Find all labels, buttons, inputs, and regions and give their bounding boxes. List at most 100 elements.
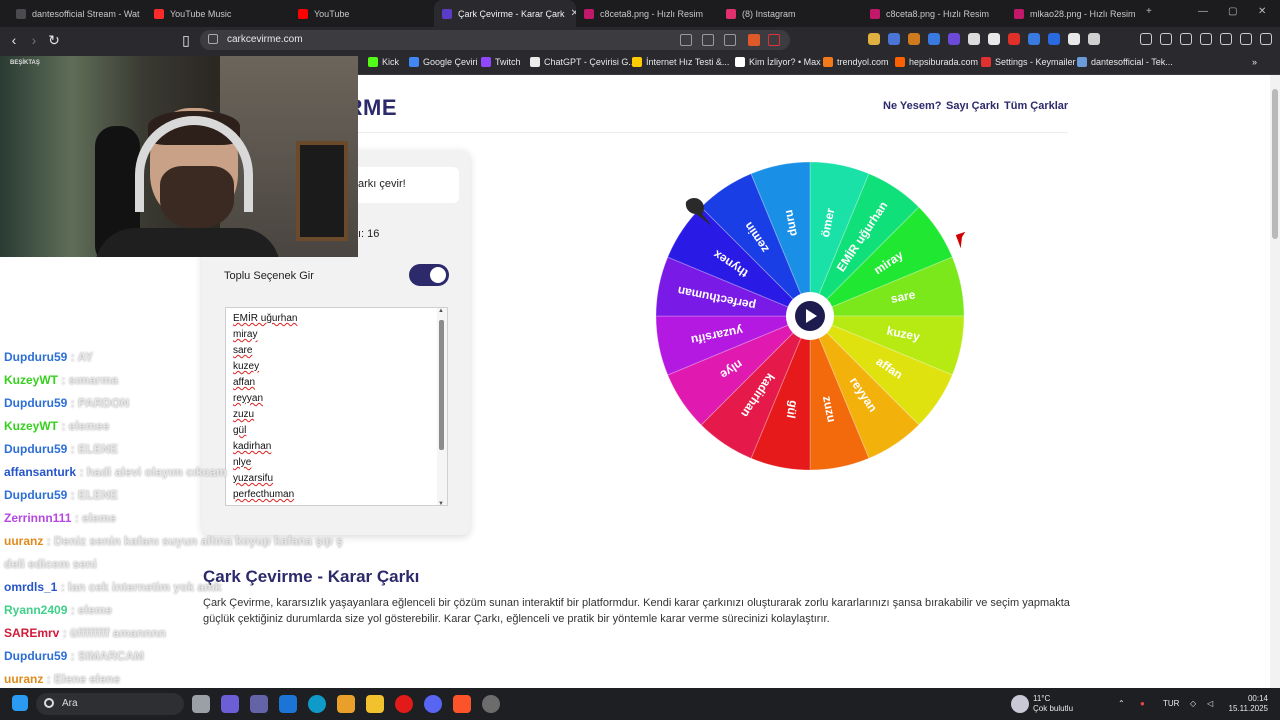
page-scroll-thumb[interactable]	[1272, 89, 1278, 239]
vpn-icon[interactable]	[1240, 33, 1252, 45]
taskbar-search[interactable]: Ara	[36, 693, 184, 715]
new-tab-icon[interactable]: +	[1146, 6, 1152, 17]
forward-icon[interactable]: ›	[26, 32, 42, 48]
tab-title: mlkao28.png - Hızlı Resim	[1030, 8, 1136, 19]
media-icon[interactable]	[1160, 33, 1172, 45]
more-bookmarks-icon[interactable]: »	[1252, 57, 1257, 67]
weather-widget[interactable]: 11°C Çok bulutlu	[1033, 694, 1073, 714]
url-bar[interactable]: carkcevirme.com	[200, 30, 790, 50]
bookmark-favicon-icon	[481, 57, 491, 67]
bookmark-1[interactable]: Kick	[368, 57, 399, 67]
page-scrollbar[interactable]	[1270, 75, 1280, 688]
chat-text: elemee	[68, 419, 110, 433]
extension-icon-7[interactable]	[988, 33, 1000, 45]
tab-title: Çark Çevirme - Karar Çark	[458, 8, 565, 19]
weather-icon[interactable]	[1011, 695, 1029, 713]
file-explorer-icon[interactable]	[366, 695, 384, 713]
option-line: zuzu	[226, 407, 447, 423]
wallet-icon[interactable]	[1200, 33, 1212, 45]
share-icon[interactable]	[724, 34, 736, 46]
extension-icon-8[interactable]	[1008, 33, 1020, 45]
download-icon[interactable]	[1140, 33, 1152, 45]
maximize-icon[interactable]: ▢	[1228, 6, 1237, 17]
textarea-scroll-thumb[interactable]	[439, 320, 444, 450]
extension-icon-6[interactable]	[968, 33, 980, 45]
menu-icon[interactable]	[1260, 33, 1272, 45]
screen-icon[interactable]	[680, 34, 692, 46]
extension-icon-1[interactable]	[868, 33, 880, 45]
back-icon[interactable]: ‹	[6, 32, 22, 48]
extension-icon-2[interactable]	[888, 33, 900, 45]
microphone-icon[interactable]: ●	[1140, 699, 1145, 709]
bookmark-icon[interactable]: ▯	[178, 32, 194, 48]
brave-icon[interactable]	[453, 695, 471, 713]
minimize-icon[interactable]: —	[1198, 6, 1208, 17]
outlook-icon[interactable]	[279, 695, 297, 713]
bookmark-3[interactable]: Twitch	[481, 57, 521, 67]
app-icon-1[interactable]	[221, 695, 239, 713]
extension-icon-11[interactable]	[1068, 33, 1080, 45]
tab-4[interactable]: Çark Çevirme - Karar Çark ✕	[434, 0, 576, 27]
edge-icon[interactable]	[308, 695, 326, 713]
chat-message: uuranz : Elene elene	[4, 672, 120, 686]
extension-icon-10[interactable]	[1048, 33, 1060, 45]
bookmark-4[interactable]: ChatGPT - Çevirisi G...	[530, 57, 636, 67]
tab-3[interactable]: YouTube	[290, 0, 435, 27]
volume-icon[interactable]: ◁	[1207, 699, 1213, 709]
site-info-icon[interactable]	[208, 34, 218, 44]
nav-ne-yesem[interactable]: Ne Yesem?	[883, 100, 942, 112]
language-indicator[interactable]: TUR	[1163, 699, 1179, 709]
bookmark-favicon-icon	[895, 57, 905, 67]
tab-6[interactable]: (8) Instagram	[718, 0, 863, 27]
scroll-up-icon[interactable]: ▲	[438, 308, 444, 314]
tab-favicon-icon	[726, 8, 736, 19]
tray-chevron-icon[interactable]: ⌃	[1118, 699, 1125, 709]
network-icon[interactable]: ◇	[1190, 699, 1196, 709]
textarea-scrollbar[interactable]: ▲ ▼	[437, 308, 447, 505]
brave-rewards-icon[interactable]	[768, 34, 780, 46]
bookmark-8[interactable]: hepsiburada.com	[895, 57, 978, 67]
bookmark-10[interactable]: dantesofficial - Tek...	[1077, 57, 1173, 67]
tab-title: dantesofficial Stream - Wat	[32, 8, 140, 19]
leo-ai-icon[interactable]	[1220, 33, 1232, 45]
option-line: kadirhan	[226, 439, 447, 455]
bookmark-2[interactable]: Google Çeviri	[409, 57, 478, 67]
tab-5[interactable]: c8ceta8.png - Hızlı Resim	[576, 0, 718, 27]
brave-shields-icon[interactable]	[748, 34, 760, 46]
decision-wheel[interactable]: ömerEMİR uğurhanmiraysarekuzeyaffanreyya…	[652, 158, 968, 474]
windows-start-icon[interactable]	[12, 695, 28, 711]
bulk-entry-toggle[interactable]	[409, 264, 449, 286]
tab-2[interactable]: YouTube Music	[146, 0, 291, 27]
extension-icon-5[interactable]	[948, 33, 960, 45]
extension-icon-9[interactable]	[1028, 33, 1040, 45]
extension-icon-3[interactable]	[908, 33, 920, 45]
translate-icon[interactable]	[702, 34, 714, 46]
options-textarea[interactable]: EMİR uğurhan miray sare kuzey affan reyyan zuz…	[225, 307, 448, 506]
obs-icon[interactable]	[482, 695, 500, 713]
nav-tum-carklar[interactable]: Tüm Çarklar	[1004, 100, 1068, 112]
bookmark-favicon-icon	[1077, 57, 1087, 67]
copilot-icon[interactable]	[337, 695, 355, 713]
reload-icon[interactable]: ↻	[46, 32, 62, 48]
tab-favicon-icon	[442, 8, 452, 19]
sidebar-icon[interactable]	[1180, 33, 1192, 45]
teams-icon[interactable]	[250, 695, 268, 713]
task-view-icon[interactable]	[192, 695, 210, 713]
chat-separator: :	[71, 511, 83, 525]
bookmark-9[interactable]: Settings - Keymailer	[981, 57, 1076, 67]
tab-8[interactable]: mlkao28.png - Hızlı Resim	[1006, 0, 1151, 27]
bookmark-7[interactable]: trendyol.com	[823, 57, 889, 67]
discord-icon[interactable]	[424, 695, 442, 713]
tab-7[interactable]: c8ceta8.png - Hızlı Resim	[862, 0, 1007, 27]
bookmark-5[interactable]: İnternet Hız Testi &...	[632, 57, 729, 67]
extension-icon-4[interactable]	[928, 33, 940, 45]
option-text: kuzey	[233, 361, 260, 372]
opera-icon[interactable]	[395, 695, 413, 713]
nav-sayi-carki[interactable]: Sayı Çarkı	[946, 100, 999, 112]
close-window-icon[interactable]: ✕	[1258, 6, 1266, 17]
scroll-down-icon[interactable]: ▼	[438, 501, 444, 505]
extension-icon-12[interactable]	[1088, 33, 1100, 45]
bookmark-6[interactable]: Kim İzliyor? • Max	[735, 57, 821, 67]
clock[interactable]: 00:14 15.11.2025	[1226, 694, 1268, 714]
tab-1[interactable]: dantesofficial Stream - Wat	[8, 0, 153, 27]
